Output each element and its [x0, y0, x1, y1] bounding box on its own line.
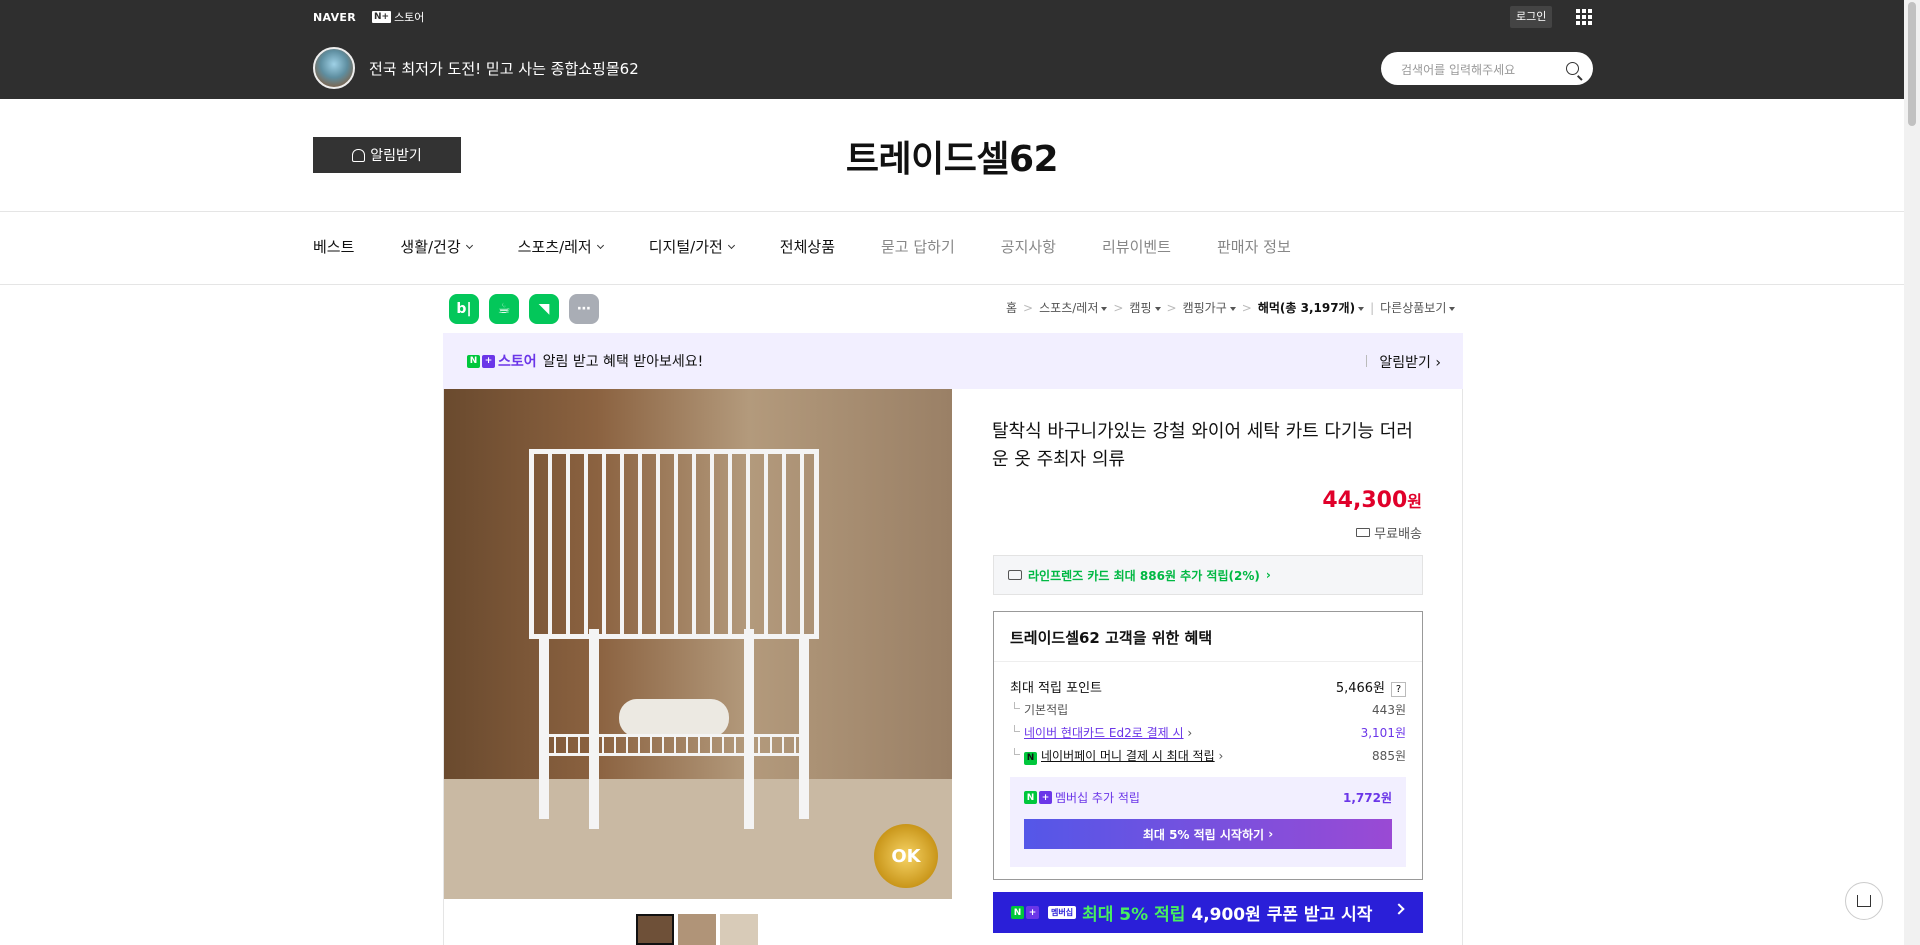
login-button[interactable]: 로그인	[1510, 6, 1553, 28]
breadcrumb-cat3[interactable]: 캠핑가구	[1183, 299, 1236, 316]
menu-item-all-products[interactable]: 전체상품	[780, 236, 835, 257]
breadcrumb-cat2[interactable]: 캠핑	[1129, 299, 1161, 316]
chevron-right-icon	[1393, 903, 1405, 915]
thumbnail[interactable]	[636, 914, 674, 945]
nstore-link[interactable]: N+ 스토어	[371, 9, 425, 25]
ok-badge: OK	[874, 824, 938, 888]
hyundai-card-row: 네이버 현대카드 Ed2로 결제 시 › 3,101원	[1010, 724, 1406, 741]
menu-item-seller-info[interactable]: 판매자 정보	[1217, 236, 1291, 257]
credit-card-icon	[1008, 570, 1022, 580]
caret-down-icon	[1358, 306, 1365, 311]
nplus-logo-icon: N+	[1011, 906, 1039, 919]
blog-icon[interactable]: b|	[449, 294, 479, 324]
membership-coupon-banner[interactable]: N + 멤버십 최대 5% 적립 4,900원 쿠폰 받고 시작	[993, 892, 1423, 933]
product-price: 44,300원	[1322, 488, 1422, 513]
search-input[interactable]: 검색어를 입력해주세요	[1401, 61, 1515, 78]
breadcrumb-cat1[interactable]: 스포츠/레저	[1039, 299, 1108, 316]
caret-down-icon	[1229, 306, 1236, 311]
share-icons: b| ☕ ◥ ⋯	[449, 294, 599, 324]
chevron-down-icon	[727, 241, 735, 249]
menu-item-best[interactable]: 베스트	[313, 236, 354, 257]
nplus-logo-icon: N+	[1024, 791, 1052, 804]
thumbnail-list	[636, 914, 758, 945]
card-promo[interactable]: 라인프렌즈 카드 최대 886원 추가 적립(2%) ›	[993, 555, 1423, 595]
divider	[0, 211, 1904, 212]
nplus-logo-icon: N+	[371, 11, 392, 23]
thumbnail[interactable]	[678, 914, 716, 945]
menu-item-notice[interactable]: 공지사항	[1001, 236, 1056, 257]
shop-avatar[interactable]	[313, 47, 355, 89]
bookmark-icon[interactable]: ◥	[529, 294, 559, 324]
basic-point-row: 기본적립 443원	[1010, 701, 1406, 718]
naver-logo[interactable]: NAVER	[313, 11, 356, 24]
product-title: 탈착식 바구니가있는 강철 와이어 세탁 카트 다기능 더러운 옷 주최자 의류	[992, 421, 1413, 470]
scrollbar[interactable]	[1904, 0, 1920, 945]
divider	[0, 284, 1904, 285]
nstore-label: 스토어	[394, 11, 425, 24]
npay-link[interactable]: 네이버페이 머니 결제 시 최대 적립	[1041, 749, 1215, 763]
thumbnail[interactable]	[720, 914, 758, 945]
category-menu: 베스트 생활/건강 스포츠/레저 디지털/가전 전체상품 묻고 답하기 공지사항…	[313, 236, 1337, 257]
caret-down-icon	[1154, 306, 1161, 311]
chevron-down-icon	[465, 241, 473, 249]
chevron-down-icon	[596, 241, 604, 249]
benefit-title: 트레이드셀62 고객을 위한 혜택	[994, 612, 1422, 662]
global-nav: NAVER N+ 스토어	[313, 9, 425, 25]
apps-grid-icon[interactable]	[1576, 9, 1592, 25]
menu-item-sports-leisure[interactable]: 스포츠/레저	[518, 236, 604, 257]
breadcrumb: 홈 > 스포츠/레저 > 캠핑 > 캠핑가구 > 해먹(총 3,197개) | …	[1006, 299, 1456, 316]
menu-item-qna[interactable]: 묻고 답하기	[881, 236, 955, 257]
benefit-box: 트레이드셀62 고객을 위한 혜택 최대 적립 포인트 5,466원? 기본적립…	[993, 611, 1423, 880]
caret-down-icon	[1101, 306, 1108, 311]
npay-icon: N	[1024, 751, 1037, 765]
banner-alarm-link[interactable]: 알림받기 ›	[1366, 352, 1441, 372]
shop-title[interactable]: 트레이드셀62	[0, 130, 1904, 182]
banner-text: 알림 받고 혜택 받아보세요!	[542, 354, 704, 370]
help-icon[interactable]: ?	[1391, 682, 1406, 697]
breadcrumb-home[interactable]: 홈	[1006, 299, 1017, 316]
shop-tagline[interactable]: 전국 최저가 도전! 믿고 사는 종합쇼핑몰62	[369, 58, 639, 79]
breadcrumb-current[interactable]: 해먹(총 3,197개)	[1258, 299, 1365, 316]
search-box[interactable]: 검색어를 입력해주세요	[1381, 52, 1593, 85]
search-icon[interactable]	[1566, 62, 1579, 75]
top-bar	[0, 0, 1920, 99]
membership-box: N + 멤버십 추가 적립 1,772원 최대 5% 적립 시작하기 ›	[1010, 777, 1406, 867]
share-icon[interactable]	[1845, 882, 1883, 920]
membership-start-button[interactable]: 최대 5% 적립 시작하기 ›	[1024, 819, 1392, 849]
npay-row: N 네이버페이 머니 결제 시 최대 적립 › 885원	[1010, 747, 1406, 765]
cafe-icon[interactable]: ☕	[489, 294, 519, 324]
menu-item-review-event[interactable]: 리뷰이벤트	[1102, 236, 1171, 257]
product-image[interactable]: OK	[444, 389, 952, 899]
shipping-info: 무료배송	[1300, 523, 1422, 542]
more-icon[interactable]: ⋯	[569, 294, 599, 324]
breadcrumb-other-products[interactable]: 다른상품보기	[1380, 299, 1456, 316]
hyundai-card-link[interactable]: 네이버 현대카드 Ed2로 결제 시	[1024, 726, 1184, 740]
truck-icon	[1356, 528, 1371, 537]
menu-item-digital[interactable]: 디지털/가전	[649, 236, 735, 257]
store-word: 스토어	[498, 354, 537, 370]
max-point-row: 최대 적립 포인트 5,466원?	[1010, 677, 1406, 697]
alarm-banner: N + 스토어 알림 받고 혜택 받아보세요! 알림받기 ›	[443, 333, 1463, 389]
caret-down-icon	[1449, 306, 1456, 311]
nplus-logo-icon: N+	[467, 354, 495, 368]
menu-item-living-health[interactable]: 생활/건강	[400, 236, 473, 257]
